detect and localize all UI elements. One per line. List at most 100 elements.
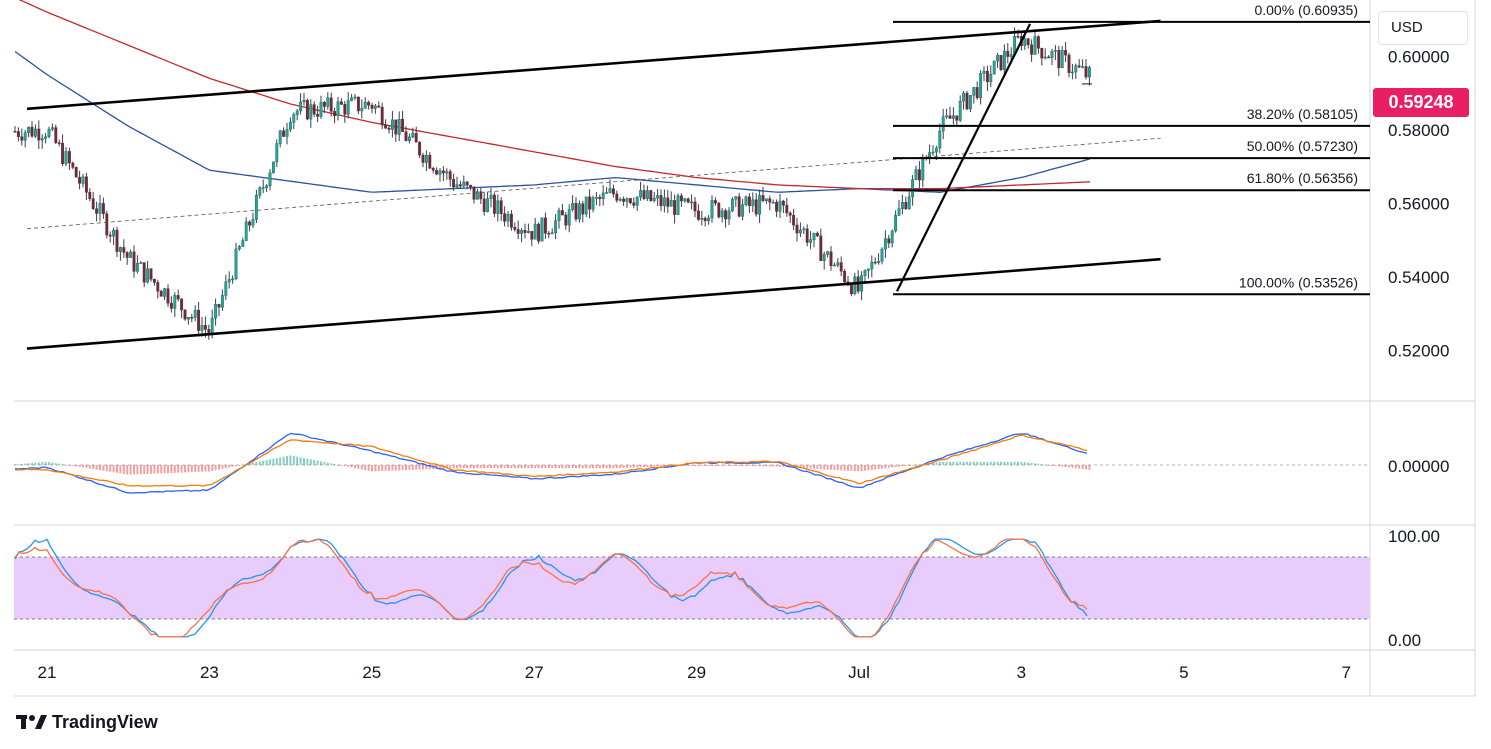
candle-body: [788, 212, 792, 216]
macd-histogram-bar: [394, 465, 397, 471]
candle-body: [710, 200, 714, 219]
candle-body: [1084, 66, 1088, 78]
macd-histogram-bar: [398, 465, 401, 471]
macd-histogram-bar: [993, 461, 996, 465]
candle-body: [380, 106, 384, 126]
candle-body: [23, 132, 27, 141]
price-axis-tick: 0.52000: [1388, 341, 1449, 360]
macd-histogram-bar: [486, 465, 489, 469]
candle-body: [33, 128, 37, 137]
macd-histogram-bar: [887, 465, 890, 468]
currency-button[interactable]: USD: [1378, 11, 1468, 45]
candle-body: [1006, 50, 1010, 57]
candle-body: [1087, 67, 1091, 78]
candle-body: [163, 288, 167, 297]
candle-body: [605, 192, 609, 194]
candle-body: [652, 197, 656, 201]
macd-histogram-bar: [847, 465, 849, 471]
candle-body: [152, 278, 156, 283]
candle-body: [251, 219, 255, 226]
macd-histogram-bar: [224, 465, 227, 469]
candle-body: [169, 302, 173, 309]
candle-body: [717, 202, 721, 218]
macd-histogram-bar: [320, 461, 322, 465]
macd-histogram-bar: [452, 465, 455, 469]
candle-body: [805, 228, 809, 243]
macd-histogram-bar: [289, 455, 292, 465]
candle-body: [543, 217, 547, 234]
candle-body: [520, 230, 524, 234]
candle-body: [397, 118, 401, 135]
candle-body: [1047, 56, 1051, 59]
candle-body: [955, 115, 959, 121]
macd-histogram-bar: [136, 465, 139, 475]
macd-histogram-bar: [741, 465, 744, 466]
macd-histogram-bar: [734, 465, 737, 466]
candle-body: [394, 119, 398, 135]
macd-histogram-bar: [269, 459, 271, 465]
macd-histogram-bar: [44, 461, 47, 465]
candle-body: [554, 220, 558, 233]
macd-histogram-bar: [405, 465, 407, 471]
macd-histogram-bar: [983, 461, 985, 465]
macd-histogram-bar: [296, 456, 299, 465]
candle-body: [1030, 44, 1034, 55]
candle-body: [866, 268, 870, 271]
candle-body: [295, 110, 299, 115]
time-axis-tick: Jul: [848, 663, 870, 682]
candle-body: [662, 197, 666, 207]
macd-histogram-bar: [476, 465, 479, 469]
macd-histogram-bar: [530, 465, 533, 469]
candle-body: [37, 128, 41, 141]
macd-histogram-bar: [235, 465, 237, 467]
candle-body: [462, 181, 466, 187]
macd-layer: [14, 432, 1091, 494]
macd-histogram-bar: [316, 460, 319, 465]
macd-histogram-bar: [139, 465, 142, 475]
candle-body: [465, 181, 469, 186]
macd-histogram-bar: [282, 456, 285, 465]
candle-body: [880, 248, 884, 262]
macd-histogram-bar: [690, 465, 693, 466]
candle-body: [469, 184, 473, 187]
macd-histogram-bar: [714, 465, 717, 466]
candle-body: [404, 131, 408, 142]
candle-body: [401, 118, 405, 133]
candle-body: [815, 232, 819, 237]
candle-body: [948, 115, 952, 119]
candle-body: [322, 101, 326, 107]
candle-body: [775, 201, 779, 212]
tradingview-brand[interactable]: TradingView: [16, 710, 158, 734]
macd-histogram-bar: [459, 465, 462, 469]
candle-body: [407, 136, 411, 142]
candle-body: [489, 194, 493, 200]
macd-histogram-bar: [1003, 461, 1006, 465]
macd-histogram-bar: [881, 465, 883, 469]
candle-body: [180, 298, 184, 311]
candle-body: [802, 228, 806, 231]
macd-histogram-bar: [252, 462, 254, 465]
macd-histogram-bar: [129, 465, 132, 475]
candle-body: [20, 136, 24, 141]
time-axis-tick: 7: [1341, 663, 1350, 682]
macd-histogram-bar: [806, 465, 809, 469]
candle-body: [581, 203, 585, 215]
macd-histogram-bar: [1006, 461, 1009, 465]
candle-body: [1009, 54, 1013, 57]
macd-histogram-bar: [721, 465, 724, 466]
macd-histogram-bar: [503, 465, 506, 469]
candle-body: [224, 281, 228, 296]
candle-body: [513, 227, 517, 230]
candle-body: [826, 251, 830, 255]
candle-body: [1057, 50, 1061, 69]
macd-histogram-bar: [748, 465, 751, 467]
macd-histogram-bar: [323, 462, 326, 465]
macd-histogram-bar: [894, 465, 897, 468]
macd-histogram-bar: [112, 465, 115, 473]
candle-body: [1060, 50, 1064, 69]
candle-body: [234, 248, 238, 280]
macd-histogram-bar: [167, 465, 169, 474]
chart-canvas[interactable]: 0.00% (0.60935) 38.20% (0.58105) 50.00% (0…: [0, 0, 1491, 749]
macd-histogram-bar: [204, 465, 207, 472]
macd-histogram-bar: [309, 459, 312, 465]
